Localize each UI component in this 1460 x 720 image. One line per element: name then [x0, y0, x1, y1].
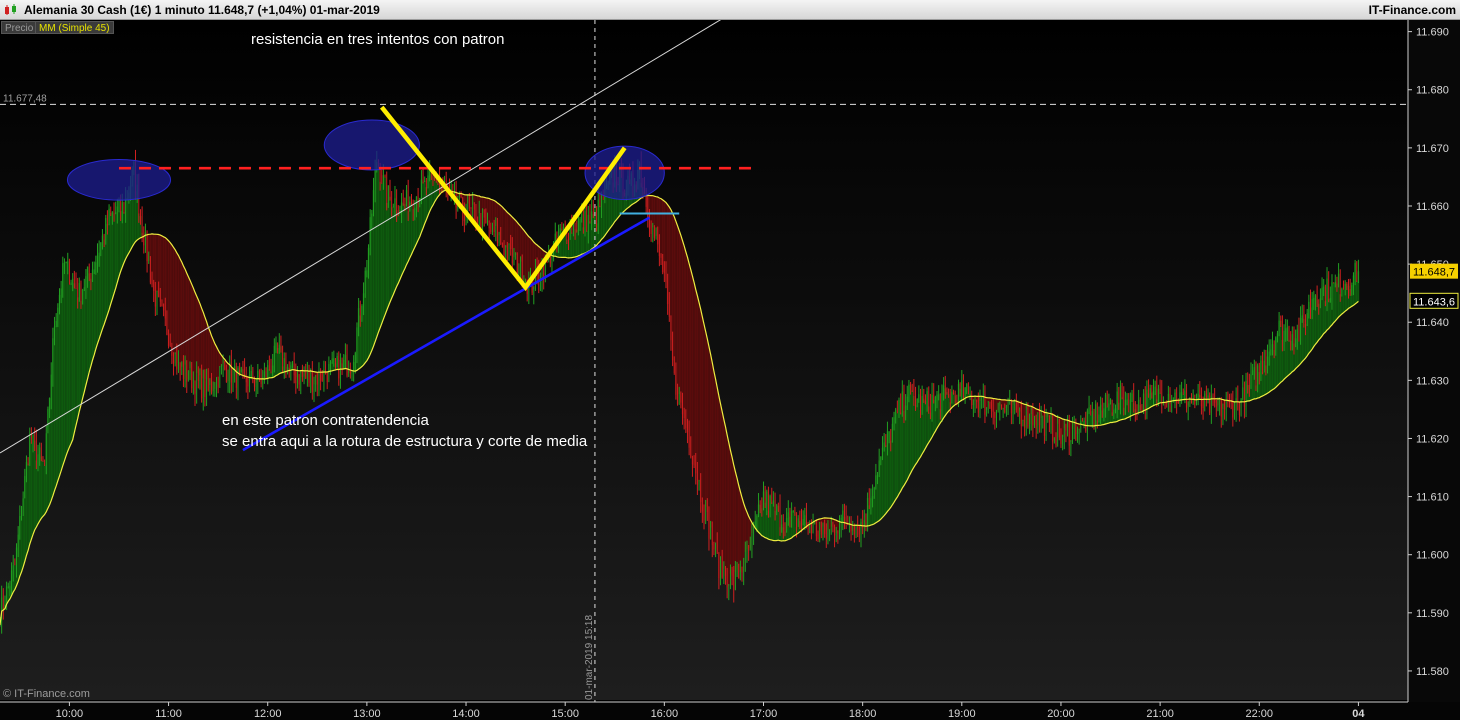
- y-tick-label: 11.690: [1416, 27, 1449, 39]
- x-tick-label: 17:00: [750, 708, 778, 720]
- window-titlebar: Alemania 30 Cash (1€) 1 minuto 11.648,7 …: [0, 0, 1460, 20]
- y-tick-label: 11.640: [1416, 317, 1449, 329]
- x-tick-label: 14:00: [452, 708, 480, 720]
- x-tick-label: 10:00: [56, 708, 84, 720]
- x-tick-label: 20:00: [1047, 708, 1075, 720]
- y-tick-label: 11.590: [1416, 608, 1449, 620]
- price-chart[interactable]: 11.69011.68011.67011.66011.65011.64011.6…: [0, 20, 1460, 720]
- x-tick-label: 04: [1352, 708, 1365, 720]
- x-tick-label: 13:00: [353, 708, 381, 720]
- x-tick-label: 16:00: [651, 708, 679, 720]
- y-tick-label: 11.620: [1416, 433, 1449, 445]
- last-price-label: 11.648,7: [1413, 267, 1455, 279]
- x-tick-label: 12:00: [254, 708, 282, 720]
- crosshair-time-label: 01-mar-2019 15:18: [584, 615, 595, 700]
- x-tick-label: 11:00: [155, 708, 182, 720]
- x-tick-label: 19:00: [948, 708, 976, 720]
- y-tick-label: 11.660: [1416, 201, 1449, 213]
- x-tick-label: 15:00: [551, 708, 579, 720]
- highlight-circle-1: [66, 158, 172, 201]
- highlight-circle-3: [584, 145, 665, 201]
- candlestick-app-icon: [5, 4, 16, 15]
- legend-price[interactable]: Precio: [1, 21, 38, 34]
- y-tick-label: 11.630: [1416, 375, 1449, 387]
- highlight-circle-2: [323, 119, 420, 171]
- time-axis: [0, 702, 1460, 720]
- y-tick-label: 11.610: [1416, 492, 1449, 504]
- reference-level-label: 11.677,48: [3, 93, 47, 104]
- x-tick-label: 21:00: [1146, 708, 1174, 720]
- y-tick-label: 11.600: [1416, 550, 1449, 562]
- chart-title: Alemania 30 Cash (1€) 1 minuto 11.648,7 …: [24, 3, 380, 17]
- y-tick-label: 11.680: [1416, 85, 1449, 97]
- legend-moving-average[interactable]: MM (Simple 45): [35, 21, 114, 34]
- annotation-pattern-note-1: en este patron contratendencia: [222, 412, 429, 429]
- x-tick-label: 22:00: [1246, 708, 1274, 720]
- brand-label: IT-Finance.com: [1368, 3, 1456, 17]
- ma-value-label: 11.643,6: [1413, 296, 1455, 308]
- y-tick-label: 11.580: [1416, 666, 1449, 678]
- watermark: © IT-Finance.com: [3, 688, 90, 700]
- annotation-resistance-note: resistencia en tres intentos con patron: [251, 31, 505, 48]
- x-tick-label: 18:00: [849, 708, 877, 720]
- annotation-pattern-note-2: se entra aqui a la rotura de estructura …: [222, 433, 588, 450]
- y-tick-label: 11.670: [1416, 143, 1449, 155]
